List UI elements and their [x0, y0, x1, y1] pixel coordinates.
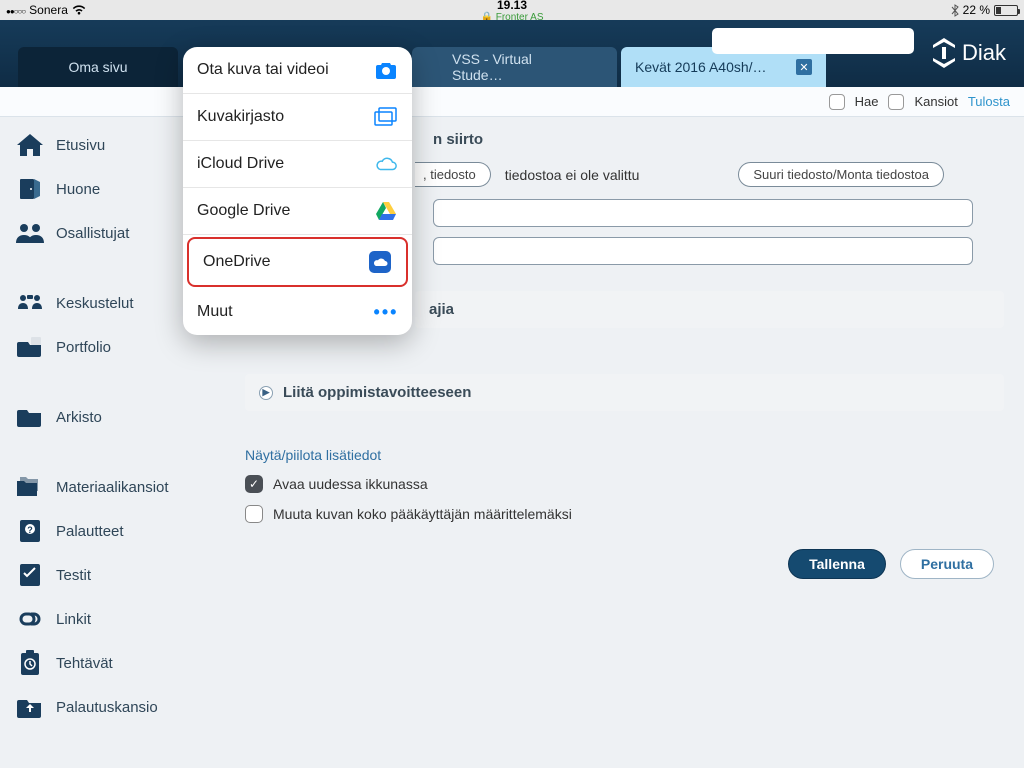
- camera-icon: [374, 59, 398, 81]
- carrier-label: Sonera: [29, 3, 68, 17]
- door-icon: [16, 177, 44, 201]
- sheet-photo-library[interactable]: Kuvakirjasto: [183, 94, 412, 141]
- attach-goal-label: Liitä oppimistavoitteeseen: [283, 384, 471, 401]
- sheet-item-label: iCloud Drive: [197, 155, 284, 173]
- resize-image-checkbox[interactable]: [245, 505, 263, 523]
- folders-label: Kansiot: [914, 94, 957, 109]
- sidebar-item-label: Palautteet: [56, 523, 124, 540]
- wifi-icon: [72, 5, 86, 15]
- sidebar-item-label: Keskustelut: [56, 295, 134, 312]
- transfer-title: n siirto: [433, 131, 1004, 148]
- tab-label: VSS - Virtual Stude…: [452, 51, 577, 83]
- folders-icon: [16, 475, 44, 499]
- tab-label: Oma sivu: [68, 59, 127, 75]
- sidebar-item-tests[interactable]: Testit: [0, 553, 205, 597]
- global-search-input[interactable]: [712, 28, 914, 54]
- top-nav: Oma sivu VSS - Virtual Stude… Kevät 2016…: [0, 20, 1024, 87]
- search-checkbox[interactable]: [829, 94, 845, 110]
- save-button[interactable]: Tallenna: [788, 549, 886, 579]
- onedrive-icon: [368, 251, 392, 273]
- sidebar-item-label: Testit: [56, 567, 91, 584]
- sidebar-item-materials[interactable]: Materiaalikansiot: [0, 465, 205, 509]
- bluetooth-icon: [951, 4, 959, 17]
- tab-own-page[interactable]: Oma sivu: [18, 47, 178, 87]
- sidebar-item-label: Materiaalikansiot: [56, 479, 169, 496]
- sheet-item-label: Kuvakirjasto: [197, 108, 284, 126]
- tab-label: Kevät 2016 A40sh/…: [635, 59, 767, 75]
- clipboard-icon: [16, 651, 44, 675]
- cancel-button[interactable]: Peruuta: [900, 549, 994, 579]
- sidebar-item-label: Portfolio: [56, 339, 111, 356]
- google-drive-icon: [374, 200, 398, 222]
- sheet-onedrive[interactable]: OneDrive: [187, 237, 408, 287]
- sidebar-item-label: Huone: [56, 181, 100, 198]
- title-input[interactable]: [433, 199, 973, 227]
- diak-logo-icon: [932, 38, 956, 68]
- choose-file-button[interactable]: , tiedosto: [415, 162, 491, 187]
- photo-library-icon: [374, 106, 398, 128]
- sheet-icloud[interactable]: iCloud Drive: [183, 141, 412, 188]
- breadcrumb-text[interactable]: entaatio korkeakouluopintoihin: [14, 94, 829, 109]
- search-label: Hae: [855, 94, 879, 109]
- sidebar-item-label: Etusivu: [56, 137, 105, 154]
- no-file-selected-label: tiedostoa ei ole valittu: [505, 167, 640, 183]
- print-link[interactable]: Tulosta: [968, 94, 1010, 109]
- sheet-item-label: Google Drive: [197, 202, 290, 220]
- description-input[interactable]: [433, 237, 973, 265]
- home-icon: [16, 133, 44, 157]
- sidebar-item-participants[interactable]: Osallistujat: [0, 211, 205, 255]
- sheet-item-label: Muut: [197, 303, 233, 321]
- sheet-take-photo[interactable]: Ota kuva tai videoi: [183, 47, 412, 94]
- sidebar-item-label: Linkit: [56, 611, 91, 628]
- sheet-item-label: Ota kuva tai videoi: [197, 61, 329, 79]
- svg-text:?: ?: [27, 525, 33, 535]
- feedback-icon: ?: [16, 519, 44, 543]
- sidebar-item-archive[interactable]: Arkisto: [0, 395, 205, 439]
- breadcrumb-bar: entaatio korkeakouluopintoihin Hae Kansi…: [0, 87, 1024, 117]
- sidebar-item-room[interactable]: Huone: [0, 167, 205, 211]
- owners-panel[interactable]: ajia: [415, 291, 1004, 328]
- more-icon: •••: [374, 301, 398, 323]
- sheet-more[interactable]: Muut •••: [183, 289, 412, 335]
- discussion-icon: [16, 291, 44, 315]
- sheet-item-label: OneDrive: [203, 253, 271, 271]
- icloud-icon: [374, 153, 398, 175]
- sidebar-item-portfolio[interactable]: Portfolio: [0, 325, 205, 369]
- folders-checkbox[interactable]: [888, 94, 904, 110]
- sidebar: Etusivu Huone Osallistujat Keskustelut P…: [0, 117, 205, 768]
- sidebar-item-home[interactable]: Etusivu: [0, 123, 205, 167]
- portfolio-icon: [16, 335, 44, 359]
- open-new-window-label: Avaa uudessa ikkunassa: [273, 476, 428, 492]
- folder-icon: [16, 405, 44, 429]
- brand-logo: Diak: [932, 38, 1006, 68]
- upload-folder-icon: [16, 695, 44, 719]
- sidebar-item-links[interactable]: Linkit: [0, 597, 205, 641]
- clock-label: 19.13: [480, 0, 543, 12]
- signal-dots-icon: ●●○○○: [6, 3, 25, 17]
- status-bar: ●●○○○ Sonera 19.13 🔒 Fronter AS 22 %: [0, 0, 1024, 20]
- resize-image-label: Muuta kuvan koko pääkäyttäjän määrittele…: [273, 506, 572, 522]
- sidebar-item-label: Arkisto: [56, 409, 102, 426]
- link-icon: [16, 607, 44, 631]
- sidebar-item-discussions[interactable]: Keskustelut: [0, 281, 205, 325]
- close-tab-icon[interactable]: ✕: [796, 59, 812, 75]
- disclosure-icon[interactable]: ▶: [259, 386, 273, 400]
- sidebar-item-return-folder[interactable]: Palautuskansio: [0, 685, 205, 729]
- sidebar-item-tasks[interactable]: Tehtävät: [0, 641, 205, 685]
- attach-goal-panel[interactable]: ▶ Liitä oppimistavoitteeseen: [245, 374, 1004, 411]
- sheet-google-drive[interactable]: Google Drive: [183, 188, 412, 235]
- battery-pct: 22 %: [963, 3, 990, 17]
- sidebar-item-label: Osallistujat: [56, 225, 129, 242]
- big-file-button[interactable]: Suuri tiedosto/Monta tiedostoa: [738, 162, 944, 187]
- sidebar-item-label: Palautuskansio: [56, 699, 158, 716]
- open-new-window-checkbox[interactable]: ✓: [245, 475, 263, 493]
- test-icon: [16, 563, 44, 587]
- tab-vss[interactable]: VSS - Virtual Stude…: [412, 47, 617, 87]
- sidebar-item-feedback[interactable]: ? Palautteet: [0, 509, 205, 553]
- people-icon: [16, 221, 44, 245]
- sidebar-item-label: Tehtävät: [56, 655, 113, 672]
- battery-icon: [994, 5, 1018, 16]
- toggle-details-link[interactable]: Näytä/piilota lisätiedot: [245, 447, 1004, 463]
- file-source-sheet: Ota kuva tai videoi Kuvakirjasto iCloud …: [183, 47, 412, 335]
